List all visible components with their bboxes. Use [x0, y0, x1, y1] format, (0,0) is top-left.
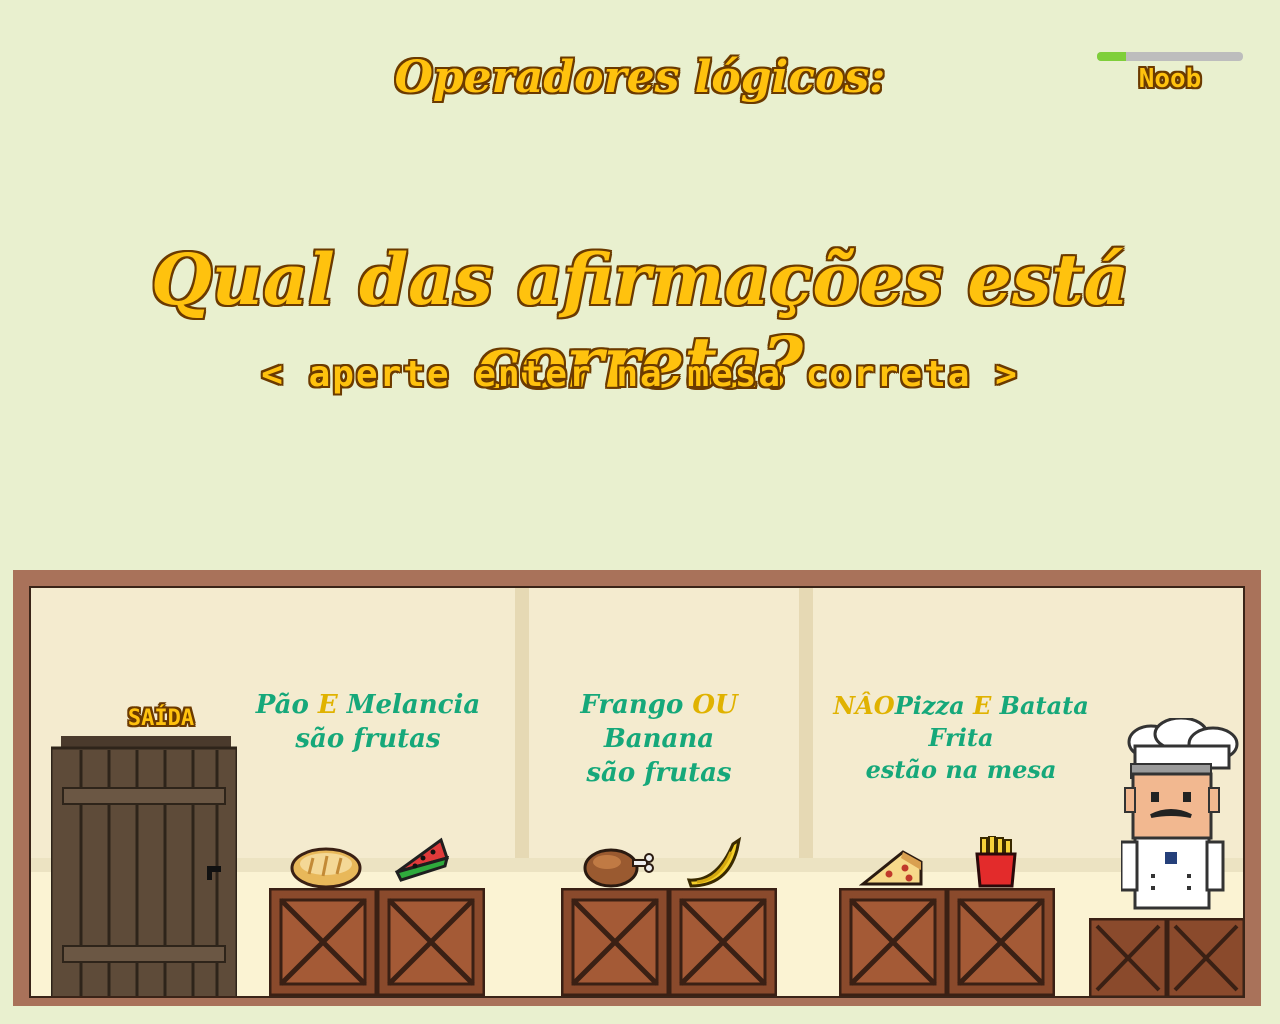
table-3-sign: NÂOPizza E Batata Frita estão na mesa — [833, 691, 1089, 784]
instruction-text: < aperte enter na mesa correta > — [261, 354, 1019, 395]
operator-label: E — [973, 691, 992, 720]
crate[interactable] — [377, 888, 485, 996]
pizza-icon — [859, 850, 923, 886]
crate[interactable] — [269, 888, 377, 996]
room-interior: SAÍDA Pão E Melancia são frutas Frango O… — [29, 586, 1245, 998]
level-label: Noob — [1138, 64, 1202, 94]
wall-pillar — [799, 588, 813, 888]
crate[interactable] — [839, 888, 947, 996]
level-progress-bar — [1097, 52, 1243, 61]
watermelon-icon — [394, 837, 450, 882]
fries-icon — [975, 836, 1017, 888]
table-1-sign: Pão E Melancia são frutas — [255, 690, 481, 754]
game-room: SAÍDA Pão E Melancia são frutas Frango O… — [13, 570, 1261, 1006]
table-2-sign: Frango OU Banana são frutas — [580, 690, 738, 788]
level-progress-fill — [1097, 52, 1127, 61]
operator-label: E — [317, 690, 338, 720]
exit-label: SAÍDA — [127, 706, 195, 731]
crate[interactable] — [669, 888, 777, 996]
crate[interactable] — [947, 888, 1055, 996]
exit-door[interactable] — [51, 736, 237, 998]
crate[interactable] — [561, 888, 669, 996]
negation-label: NÂO — [833, 691, 895, 720]
chicken-icon — [583, 848, 654, 888]
chef-hat-icon — [1127, 718, 1239, 770]
page-title: Operadores lógicos: — [394, 52, 886, 103]
chef-character[interactable] — [1121, 718, 1245, 918]
bread-icon — [290, 847, 362, 889]
operator-label: OU — [692, 690, 738, 720]
chef-counter — [1089, 918, 1243, 996]
banana-icon — [686, 836, 742, 888]
